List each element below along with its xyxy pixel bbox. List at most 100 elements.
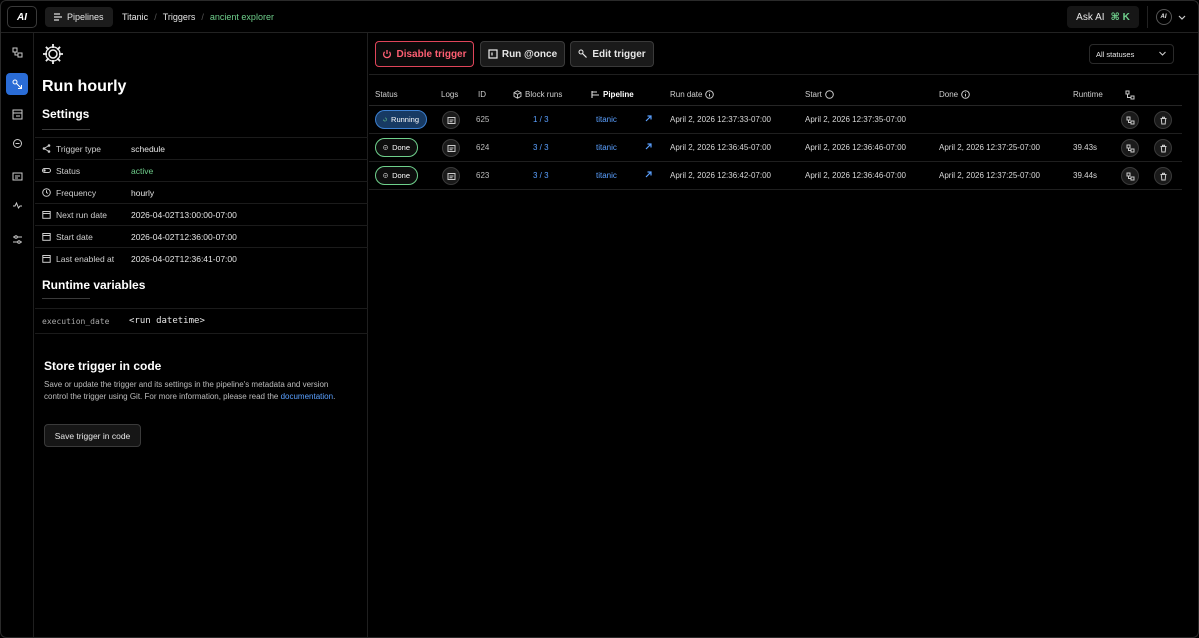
col-run-date-label: Run date xyxy=(670,90,703,99)
nav-settings[interactable] xyxy=(6,228,28,250)
setting-value: schedule xyxy=(131,144,166,154)
nav-runs[interactable] xyxy=(6,103,28,125)
nav-rail xyxy=(1,33,34,637)
status-filter-value: All statuses xyxy=(1096,49,1135,59)
status-filter-select[interactable]: All statuses xyxy=(1089,44,1174,64)
view-dependency-button[interactable] xyxy=(1121,111,1139,129)
col-block-runs: Block runs xyxy=(513,90,562,99)
block-runs-link[interactable]: 1 / 3 xyxy=(533,115,549,124)
check-circle-icon xyxy=(383,173,388,178)
store-trigger-text-end: . xyxy=(333,392,336,401)
app-window: AI Pipelines Titanic / Triggers / ancien… xyxy=(0,0,1199,638)
logs-button[interactable] xyxy=(442,111,460,129)
table-row[interactable]: Done 623 3 / 3 titanic April 2, 2026 12:… xyxy=(369,162,1182,190)
nav-backfills[interactable] xyxy=(6,132,28,154)
table-row[interactable]: Done 624 3 / 3 titanic April 2, 2026 12:… xyxy=(369,134,1182,162)
branch-icon xyxy=(1126,116,1134,124)
breadcrumb-pipeline[interactable]: Titanic xyxy=(122,12,148,22)
disable-trigger-label: Disable trigger xyxy=(396,48,467,60)
gear-icon xyxy=(43,44,63,64)
pipelines-breadcrumb[interactable]: Pipelines xyxy=(45,7,113,27)
ask-ai-label: Ask AI xyxy=(1076,11,1105,23)
delete-run-button[interactable] xyxy=(1154,139,1172,157)
col-start-label: Start xyxy=(805,90,822,99)
logs-button[interactable] xyxy=(442,139,460,157)
delete-run-button[interactable] xyxy=(1154,167,1172,185)
toggle-icon xyxy=(42,168,51,173)
start-date: April 2, 2026 12:36:46-07:00 xyxy=(805,171,906,180)
setting-label: Start date xyxy=(56,232,93,242)
activity-icon xyxy=(12,201,22,209)
trigger-runs-panel: Disable trigger Run @once Edit trigger A… xyxy=(369,33,1198,637)
info-icon[interactable] xyxy=(825,90,834,99)
external-link-icon[interactable] xyxy=(644,142,653,151)
done-date: April 2, 2026 12:37:25-07:00 xyxy=(939,143,1040,152)
runtime-variables-heading: Runtime variables xyxy=(42,278,146,292)
pipeline-link[interactable]: titanic xyxy=(596,115,617,124)
breadcrumb-triggers[interactable]: Triggers xyxy=(163,12,196,22)
breadcrumb-current: ancient explorer xyxy=(209,12,274,22)
run-once-button[interactable]: Run @once xyxy=(480,41,565,67)
branch-icon xyxy=(1125,90,1135,100)
edit-trigger-button[interactable]: Edit trigger xyxy=(570,41,654,67)
setting-value: hourly xyxy=(131,188,155,198)
blocks-icon xyxy=(12,47,22,57)
setting-label: Trigger type xyxy=(56,144,102,154)
setting-value: 2026-04-02T12:36:00-07:00 xyxy=(131,232,237,242)
trash-icon xyxy=(1160,116,1166,124)
view-dependency-button[interactable] xyxy=(1121,139,1139,157)
pipeline-link[interactable]: titanic xyxy=(596,171,617,180)
trash-icon xyxy=(1160,144,1166,152)
table-row[interactable]: Running 625 1 / 3 titanic April 2, 2026 … xyxy=(369,106,1182,134)
branch-icon xyxy=(1126,144,1134,152)
col-done: Done xyxy=(939,90,970,99)
save-trigger-in-code-button[interactable]: Save trigger in code xyxy=(44,424,141,447)
documentation-link[interactable]: documentation xyxy=(281,392,333,401)
setting-row-status: Status active xyxy=(35,159,368,181)
info-icon[interactable] xyxy=(705,90,715,99)
user-menu[interactable]: AI xyxy=(1147,6,1193,28)
info-icon[interactable] xyxy=(961,90,970,99)
status-text: Done xyxy=(392,171,410,180)
nav-triggers[interactable] xyxy=(6,73,28,95)
runtime-variable-value: <run datetime> xyxy=(129,316,205,326)
nav-logs[interactable] xyxy=(6,165,28,187)
runtime: 39.43s xyxy=(1073,143,1098,152)
nav-monitor[interactable] xyxy=(6,194,28,216)
delete-run-button[interactable] xyxy=(1154,111,1172,129)
check-circle-icon xyxy=(383,145,388,150)
view-dependency-button[interactable] xyxy=(1121,167,1139,185)
trigger-icon xyxy=(12,79,22,89)
home-logo[interactable]: AI xyxy=(7,6,37,28)
status-badge-done: Done xyxy=(375,138,418,157)
col-start: Start xyxy=(805,90,834,99)
chevron-down-icon xyxy=(1159,51,1166,56)
avatar: AI xyxy=(1155,9,1172,25)
edit-icon xyxy=(578,49,588,58)
setting-label: Status xyxy=(56,166,81,176)
runtime-underline xyxy=(42,298,90,299)
run-id: 625 xyxy=(476,115,490,124)
ask-ai-button[interactable]: Ask AI ⌘ K xyxy=(1067,6,1139,28)
logs-icon xyxy=(447,116,455,124)
breadcrumb-separator: / xyxy=(201,12,204,22)
settings-underline xyxy=(42,129,90,130)
run-date: April 2, 2026 12:37:33-07:00 xyxy=(670,115,771,124)
trash-icon xyxy=(1160,172,1166,180)
block-runs-link[interactable]: 3 / 3 xyxy=(533,143,549,152)
nav-pipelines[interactable] xyxy=(6,41,28,63)
calendar-icon xyxy=(42,233,51,241)
logs-button[interactable] xyxy=(442,167,460,185)
store-trigger-heading: Store trigger in code xyxy=(44,359,162,373)
block-runs-link[interactable]: 3 / 3 xyxy=(533,171,549,180)
setting-row-last-enabled: Last enabled at 2026-04-02T12:36:41-07:0… xyxy=(35,247,368,269)
backfill-icon xyxy=(12,138,22,148)
disable-trigger-button[interactable]: Disable trigger xyxy=(375,41,474,67)
run-icon xyxy=(488,49,498,59)
external-link-icon[interactable] xyxy=(644,114,653,123)
col-done-label: Done xyxy=(939,90,959,99)
status-badge-running: Running xyxy=(375,110,427,129)
pipeline-link[interactable]: titanic xyxy=(596,143,617,152)
external-link-icon[interactable] xyxy=(644,170,653,179)
trigger-detail-panel: Run hourly Settings Trigger type schedul… xyxy=(35,33,368,637)
